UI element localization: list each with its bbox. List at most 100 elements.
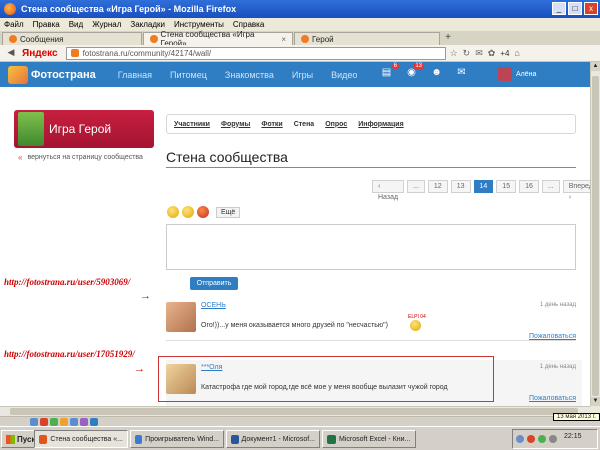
wall-message-input[interactable] <box>166 224 576 270</box>
close-button[interactable]: x <box>584 2 598 15</box>
tab-bar: Сообщения Стена сообщества «Игра Герой» … <box>0 30 600 48</box>
subnav-members[interactable]: Участники <box>174 121 210 128</box>
smiley-icon[interactable] <box>197 206 209 218</box>
site-logo[interactable]: Фотострана <box>8 65 96 84</box>
messages-icon[interactable]: ✉ <box>455 67 468 80</box>
quick-launch-icon[interactable] <box>90 417 98 426</box>
back-arrow-icon[interactable]: ◀ <box>4 47 18 60</box>
site-nav-games[interactable]: Игры <box>292 70 313 80</box>
logo-icon <box>8 65 28 84</box>
tab-hero[interactable]: Герой <box>294 32 440 45</box>
smiley-icon[interactable] <box>167 206 179 218</box>
friends-icon[interactable]: ☻ <box>430 67 443 80</box>
menu-history[interactable]: Журнал <box>92 20 121 29</box>
reload-icon[interactable]: ↻ <box>463 48 471 59</box>
vertical-scrollbar[interactable]: ▲ ▼ <box>590 62 600 406</box>
maximize-button[interactable]: □ <box>568 2 582 15</box>
notifications-icon[interactable]: ▤ 6 <box>380 63 399 80</box>
smiley-icon[interactable] <box>182 206 194 218</box>
send-button[interactable]: Отправить <box>190 277 238 290</box>
pager-ellipsis: ... <box>541 180 560 193</box>
menu-help[interactable]: Справка <box>233 20 264 29</box>
user-menu[interactable]: Алёна ▼ <box>498 67 590 81</box>
horizontal-scrollbar[interactable] <box>0 406 590 416</box>
subnav-wall[interactable]: Стена <box>294 121 315 128</box>
tab-close-icon[interactable]: × <box>281 35 286 44</box>
taskbar-item-media-player[interactable]: Проигрыватель Wind... <box>130 430 224 448</box>
annotation-url-2: http://fotostrana.ru/user/17051929/ <box>4 349 135 359</box>
report-link[interactable]: Пожаловаться <box>529 395 576 402</box>
pager-page[interactable]: 16 <box>519 180 539 193</box>
extra-counter[interactable]: +4 <box>500 49 509 58</box>
menu-tools[interactable]: Инструменты <box>174 20 224 29</box>
quick-launch-icon[interactable] <box>40 417 48 426</box>
quick-launch-icon[interactable] <box>60 417 68 426</box>
quick-launch-icon[interactable] <box>80 417 88 426</box>
window-title: Стена сообщества «Игра Герой» - Mozilla … <box>21 4 237 14</box>
subnav-poll[interactable]: Опрос <box>325 121 347 128</box>
tray-icon[interactable] <box>538 435 546 443</box>
pager-prev[interactable]: ‹ Назад <box>372 180 405 201</box>
pager-ellipsis: ... <box>407 180 425 193</box>
yandex-logo[interactable]: Яндекс <box>22 48 58 59</box>
volume-icon[interactable] <box>549 435 557 443</box>
report-link[interactable]: Пожаловаться <box>529 333 576 340</box>
pagination: ‹ Назад ... 12 13 14 15 16 ... Вперед › <box>372 180 590 201</box>
scroll-down-icon[interactable]: ▼ <box>591 397 600 406</box>
menu-bookmarks[interactable]: Закладки <box>130 20 165 29</box>
taskbar-item-word[interactable]: Документ1 - Microsof... <box>226 430 320 448</box>
tray-icon[interactable] <box>527 435 535 443</box>
menu-bar: Файл Правка Вид Журнал Закладки Инструме… <box>0 18 600 31</box>
quick-launch-icon[interactable] <box>70 417 78 426</box>
events-icon[interactable]: ◉ 13 <box>405 63 424 80</box>
mail-icon[interactable]: ✉ <box>475 48 483 59</box>
subnav-forums[interactable]: Форумы <box>221 121 250 128</box>
more-smileys-button[interactable]: Ещё <box>216 206 241 218</box>
tab-messages[interactable]: Сообщения <box>2 32 142 45</box>
tab-community-wall[interactable]: Стена сообщества «Игра Герой» × <box>143 30 293 48</box>
tray-icon[interactable] <box>516 435 524 443</box>
taskbar-item-label: Microsoft Excel - Кни... <box>339 435 411 443</box>
pager-current-page: 14 <box>473 180 494 193</box>
site-nav-dating[interactable]: Знакомства <box>225 70 274 80</box>
menu-view[interactable]: Вид <box>69 20 83 29</box>
scroll-up-icon[interactable]: ▲ <box>591 62 600 71</box>
subnav-info[interactable]: Информация <box>358 121 403 128</box>
group-banner[interactable]: Игра Герой <box>14 110 154 148</box>
scroll-thumb[interactable] <box>592 76 599 396</box>
tab-label: Сообщения <box>20 34 64 44</box>
menu-edit[interactable]: Правка <box>33 20 60 29</box>
post-author[interactable]: ОСЕНЬ <box>201 302 226 309</box>
quick-launch-icon[interactable] <box>30 417 38 426</box>
scroll-thumb[interactable] <box>10 408 578 415</box>
post-time: 1 день назад <box>539 302 576 308</box>
minimize-button[interactable]: _ <box>552 2 566 15</box>
avatar[interactable] <box>166 302 196 332</box>
media-player-icon <box>135 434 143 444</box>
addon-icon[interactable]: ✿ <box>488 48 496 59</box>
new-tab-button[interactable]: + <box>441 32 455 45</box>
address-bar[interactable]: fotostrana.ru/community/42174/wall/ <box>65 46 446 60</box>
pager-page[interactable]: 13 <box>450 180 471 193</box>
menu-file[interactable]: Файл <box>4 20 24 29</box>
pager-page[interactable]: 12 <box>427 180 448 193</box>
fotostrana-favicon <box>9 35 17 43</box>
site-nav-pet[interactable]: Питомец <box>170 70 207 80</box>
group-picture <box>18 112 44 146</box>
taskbar-item-excel[interactable]: Microsoft Excel - Кни... <box>322 430 416 448</box>
site-nav-main[interactable]: Главная <box>118 70 152 80</box>
fotostrana-favicon <box>150 35 158 43</box>
taskbar-item-firefox[interactable]: Стена сообщества «... <box>34 430 128 448</box>
windows-logo-icon <box>6 434 15 444</box>
pager-page[interactable]: 15 <box>496 180 517 193</box>
bookmark-star-icon[interactable]: ☆ <box>450 48 458 59</box>
subnav-photos[interactable]: Фотки <box>261 121 282 128</box>
home-icon[interactable]: ⌂ <box>514 48 519 58</box>
quick-launch-icon[interactable] <box>50 417 58 426</box>
back-link-label: вернуться на страницу сообщества <box>27 154 143 161</box>
back-arrow-icon: « <box>18 153 23 162</box>
site-nav-video[interactable]: Видео <box>331 70 357 80</box>
pager-next[interactable]: Вперед › <box>562 180 590 201</box>
back-to-community-link[interactable]: « вернуться на страницу сообщества <box>18 153 143 162</box>
site-favicon <box>70 49 79 57</box>
